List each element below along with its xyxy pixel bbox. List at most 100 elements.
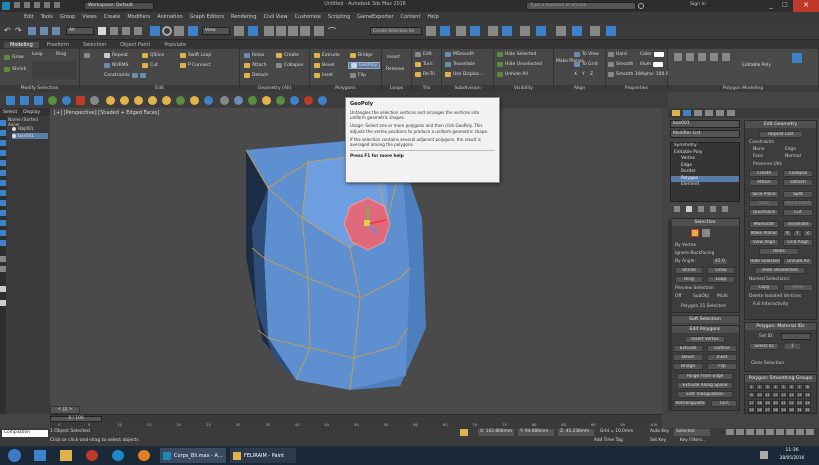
clock-date[interactable]: 28/05/2016 xyxy=(772,456,812,463)
render-production-icon[interactable] xyxy=(536,26,546,36)
select-by-name-icon[interactable] xyxy=(110,27,118,35)
ribbon-tab[interactable]: Selection xyxy=(77,42,112,48)
slice-plane-button[interactable]: Slice Plane xyxy=(749,191,779,198)
explorer-icon[interactable] xyxy=(34,450,46,461)
attach-button[interactable]: Attach xyxy=(749,179,779,186)
msmooth-button[interactable]: MSmooth xyxy=(749,221,779,228)
material-ids-rollout-title[interactable]: Polygon: Material IDs xyxy=(745,323,816,330)
ribbon-tab[interactable]: Freeform xyxy=(41,42,75,48)
align-x-button[interactable]: X xyxy=(574,72,577,77)
configure-modifier-sets-icon[interactable] xyxy=(722,206,728,212)
swift-loop-button[interactable]: Swift Loop xyxy=(180,53,211,58)
zoom-icon[interactable] xyxy=(776,429,784,435)
maximize-viewport-icon[interactable] xyxy=(806,429,814,435)
retriangulate-button[interactable]: Retriangulate xyxy=(673,400,707,407)
smoothing-group-button[interactable]: 1 xyxy=(748,384,755,390)
by-angle-checkbox[interactable]: By Angle: xyxy=(675,259,696,264)
menu-item[interactable]: Tools xyxy=(41,14,53,20)
start-button-icon[interactable] xyxy=(8,449,21,462)
folder-icon[interactable] xyxy=(60,450,72,461)
constraints-button[interactable]: Constraints xyxy=(104,73,146,78)
nurms-button[interactable]: NURMS xyxy=(104,63,129,68)
menu-item[interactable]: GameExporter xyxy=(357,14,393,20)
smoothing-group-button[interactable]: 23 xyxy=(796,399,803,406)
rectangular-selection-icon[interactable] xyxy=(122,27,130,35)
firefox-icon[interactable] xyxy=(138,450,150,461)
smoothing-group-button[interactable]: 8 xyxy=(804,384,811,390)
remove-modifier-icon[interactable] xyxy=(710,206,716,212)
angle-snap-icon[interactable] xyxy=(276,26,286,36)
sign-in-button[interactable]: Sign In xyxy=(690,2,730,10)
vertex-mode-icon[interactable] xyxy=(674,53,682,61)
edit-named-selection-icon[interactable] xyxy=(314,26,324,36)
inset-button[interactable]: Inset xyxy=(314,73,333,78)
display-tab[interactable]: Display xyxy=(23,110,40,115)
app-logo-icon[interactable] xyxy=(2,2,10,10)
display-geometry-icon[interactable] xyxy=(0,120,6,126)
relax-button[interactable]: Relax xyxy=(244,53,264,58)
tessellate-button[interactable]: Tessellate xyxy=(445,62,475,67)
grow-button[interactable]: Grow xyxy=(707,267,735,274)
create-button[interactable]: Create xyxy=(749,170,779,177)
key-filters-button[interactable]: Key Filters... xyxy=(680,438,716,445)
object-name-field[interactable]: box001 xyxy=(670,120,740,128)
bridge-button[interactable]: Bridge xyxy=(673,363,703,370)
menu-item[interactable]: Create xyxy=(104,14,121,20)
taskbar-item-3dsmax[interactable]: Corps_Bli.max - A... xyxy=(160,448,226,463)
extrude-button[interactable]: Extrude xyxy=(314,53,340,58)
planar-y-button[interactable]: Y xyxy=(793,230,802,237)
ring-button[interactable]: Ring xyxy=(56,52,66,57)
next-frame-icon[interactable] xyxy=(756,429,764,435)
detach-button[interactable]: Detach xyxy=(783,179,813,186)
flip-button[interactable]: Flip xyxy=(707,363,737,370)
retri-button[interactable]: Re-Tri xyxy=(415,72,435,77)
preview-off-radio[interactable]: Off xyxy=(675,294,681,299)
undo-icon[interactable] xyxy=(44,2,50,8)
render-setup-icon[interactable] xyxy=(502,26,512,36)
smoothing-group-button[interactable]: 28 xyxy=(772,407,779,414)
rendered-frame-window-icon[interactable] xyxy=(520,26,530,36)
to-view-button[interactable]: To View xyxy=(574,52,599,57)
smoothing-group-button[interactable]: 24 xyxy=(804,399,811,406)
hide-selected-button[interactable]: Hide Selected xyxy=(749,258,781,265)
smoothing-group-button[interactable]: 25 xyxy=(748,407,755,414)
select-id-button[interactable]: Select ID xyxy=(749,343,779,350)
scene-explorer-icon[interactable] xyxy=(470,26,480,36)
attach-button[interactable]: Attach xyxy=(244,63,267,68)
select-manipulate-icon[interactable] xyxy=(248,26,258,36)
menu-item[interactable]: Modifiers xyxy=(127,14,150,20)
filter-icon[interactable] xyxy=(0,300,6,306)
planar-z-button[interactable]: Z xyxy=(803,230,813,237)
modify-selection-panel-title[interactable]: Modify Selection xyxy=(0,85,79,92)
pan-icon[interactable] xyxy=(786,429,794,435)
maximize-icon[interactable]: □ xyxy=(779,1,791,11)
hierarchy-icon[interactable] xyxy=(34,96,43,105)
edit-triangulation-button[interactable]: Edit Triangulation xyxy=(677,391,733,398)
x-coordinate[interactable]: X: 102.866mm xyxy=(478,429,514,436)
slice-button[interactable]: Slice xyxy=(749,200,779,207)
smoothing-group-button[interactable]: 4 xyxy=(772,384,779,390)
element-subobject-icon[interactable] xyxy=(702,229,710,237)
smoothing-group-button[interactable]: 9 xyxy=(748,391,755,398)
percent-snap-icon[interactable] xyxy=(288,26,298,36)
smoothing-group-button[interactable]: 31 xyxy=(796,407,803,414)
detach-button[interactable]: Detach xyxy=(244,73,268,78)
selection-filter-dropdown[interactable]: All xyxy=(66,27,94,35)
rotate-icon[interactable] xyxy=(162,26,172,36)
smooth-button[interactable]: Smooth xyxy=(608,62,633,67)
hard-button[interactable]: Hard xyxy=(608,52,627,57)
ring-button[interactable]: Ring xyxy=(675,276,703,283)
smoothing-group-button[interactable]: 18 xyxy=(756,399,763,406)
preview-subobj-radio[interactable]: SubObj xyxy=(693,294,709,299)
lock-selection-icon[interactable] xyxy=(460,429,468,436)
smoothing-group-button[interactable]: 17 xyxy=(748,399,755,406)
smoothing-group-button[interactable]: 32 xyxy=(804,407,811,414)
smoothing-group-button[interactable]: 20 xyxy=(772,399,779,406)
bridge-button[interactable]: Bridge xyxy=(350,53,373,58)
edge-mode-icon[interactable] xyxy=(686,53,694,61)
unhide-all-button[interactable]: Unhide All xyxy=(497,72,528,77)
spinner-snap-icon[interactable] xyxy=(300,26,310,36)
shrink-button[interactable]: Shrink xyxy=(4,67,26,72)
grow-button[interactable]: Grow xyxy=(4,55,24,60)
close-icon[interactable]: ✕ xyxy=(793,0,819,12)
